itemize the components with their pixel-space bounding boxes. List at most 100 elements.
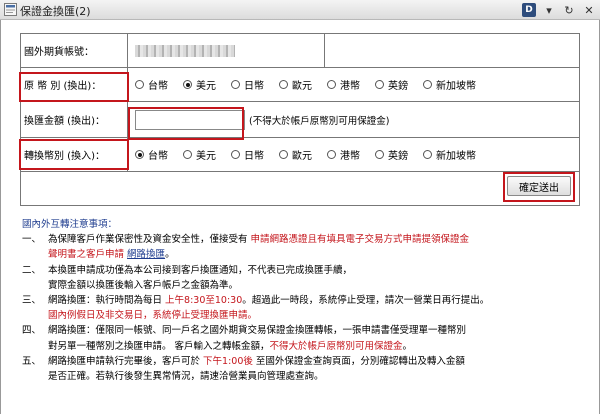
to-currency-option-label: 台幣: [148, 151, 168, 162]
note-text: 至國外保證金查詢頁面，分別確認轉出及轉入金額: [252, 355, 465, 367]
to-currency-radio-group: 台幣 美元 日幣 歐元 港幣 英鎊 新加坡幣: [135, 147, 491, 162]
to-currency-options: 台幣 美元 日幣 歐元 港幣 英鎊 新加坡幣: [129, 138, 579, 171]
from-currency-option-label: 港幣: [340, 81, 360, 92]
note-item: 四、 網路換匯：僅限同一帳號、同一戶名之國外期貨交易保證金換匯轉帳，一張申請書僅受…: [22, 323, 582, 353]
to-currency-radio-button[interactable]: [423, 150, 432, 159]
from-currency-radio-button[interactable]: [423, 80, 432, 89]
amount-value-cell: (不得大於帳戶原幣別可用保證金): [129, 102, 579, 137]
note-text: 網路換匯：僅限同一帳號、同一戶名之國外期貨交易保證金換匯轉帳，一張申請書僅受理單…: [48, 325, 467, 337]
to-currency-radio-button[interactable]: [135, 150, 144, 159]
notes-title: 國內外互轉注意事項：: [22, 219, 118, 230]
to-currency-option-0[interactable]: 台幣: [135, 147, 168, 162]
refresh-icon[interactable]: ↻: [562, 3, 576, 17]
account-row-divider: [324, 34, 325, 67]
to-currency-radio-button[interactable]: [327, 150, 336, 159]
note-line: 對另單一種幣別之換匯申請。 客戶輸入之轉帳金額，不得大於帳戶原幣別可用保證金。: [48, 339, 582, 354]
notes-list: 一、 為保障客戶作業保密性及資金安全性，僅接受有 申請網路憑證且有填具電子交易方式…: [22, 232, 582, 384]
note-text: 。超過此一時段，系統停止受理，請次一營業日再行提出。: [242, 295, 490, 307]
note-text: 上午8:30至10:30: [165, 295, 243, 307]
note-text: 對另單一種幣別之換匯申請。 客戶輸入之轉帳金額，: [48, 340, 270, 352]
note-line: 是否正確。若執行後發生異常情況，請速洽營業員向管理處查詢。: [48, 369, 582, 384]
account-value-cell: [129, 34, 579, 67]
to-currency-radio-button[interactable]: [183, 150, 192, 159]
note-text: 不得大於帳戶原幣別可用保證金: [269, 340, 403, 352]
note-index: 四、: [22, 325, 42, 337]
to-currency-option-label: 新加坡幣: [436, 151, 476, 162]
to-currency-option-2[interactable]: 日幣: [231, 147, 264, 162]
online-exchange-link[interactable]: 網路換匯: [127, 249, 165, 260]
window-title: 保證金換匯(2): [20, 5, 91, 18]
note-item: 三、 網路換匯：執行時間為每日 上午8:30至10:30。超過此一時段，系統停止受…: [22, 293, 582, 323]
note-line: 為保障客戶作業保密性及資金安全性，僅接受有 申請網路憑證且有填具電子交易方式申請…: [48, 232, 582, 247]
from-currency-option-5[interactable]: 英鎊: [375, 77, 408, 92]
note-text: 網路換匯申請執行完畢後，客戶可於: [48, 355, 204, 367]
from-currency-options: 台幣 美元 日幣 歐元 港幣 英鎊 新加坡幣: [129, 68, 579, 101]
from-currency-option-4[interactable]: 港幣: [327, 77, 360, 92]
note-line: 本換匯申請成功僅為本公司接到客戶換匯通知，不代表已完成換匯手續，: [48, 263, 582, 278]
from-currency-radio-button[interactable]: [375, 80, 384, 89]
note-line: 網路換匯：執行時間為每日 上午8:30至10:30。超過此一時段，系統停止受理，…: [48, 293, 582, 308]
from-currency-option-label: 歐元: [292, 81, 312, 92]
close-icon[interactable]: ✕: [582, 3, 596, 17]
note-text: 為保障客戶作業保密性及資金安全性，僅接受有: [48, 234, 251, 246]
from-currency-option-label: 日幣: [244, 81, 264, 92]
dropdown-arrow-icon[interactable]: ▾: [542, 3, 556, 17]
exchange-form: 國外期貨帳號： 原 幣 別 (換出)： 台幣 美元 日幣 歐元 港幣 英鎊 新加坡幣 換匯金…: [20, 33, 580, 206]
to-currency-option-label: 美元: [196, 151, 216, 162]
from-currency-option-3[interactable]: 歐元: [279, 77, 312, 92]
note-index: 一、: [22, 234, 42, 246]
account-label: 國外期貨帳號：: [21, 34, 128, 67]
from-currency-option-label: 新加坡幣: [436, 81, 476, 92]
from-currency-option-1[interactable]: 美元: [183, 77, 216, 92]
amount-input[interactable]: [135, 109, 245, 130]
amount-row: 換匯金額 (換出)： (不得大於帳戶原幣別可用保證金): [21, 102, 579, 138]
note-index: 三、: [22, 295, 42, 307]
note-text: 國內例假日及非交易日，系統停止受理換匯申請。: [48, 310, 258, 322]
from-currency-label: 原 幣 別 (換出)：: [21, 68, 128, 101]
to-currency-radio-button[interactable]: [375, 150, 384, 159]
from-currency-option-2[interactable]: 日幣: [231, 77, 264, 92]
exchange-notes: 國內外互轉注意事項： 一、 為保障客戶作業保密性及資金安全性，僅接受有 申請網路憑…: [22, 217, 582, 384]
from-currency-option-label: 台幣: [148, 81, 168, 92]
from-currency-option-0[interactable]: 台幣: [135, 77, 168, 92]
note-text: 申請網路憑證且有填具電子交易方式申請提領保證金: [250, 234, 470, 246]
to-currency-option-5[interactable]: 英鎊: [375, 147, 408, 162]
note-line: 聲明書之客戶申請 網路換匯。: [48, 247, 582, 262]
from-currency-radio-button[interactable]: [279, 80, 288, 89]
to-currency-radio-button[interactable]: [231, 150, 240, 159]
from-currency-row: 原 幣 別 (換出)： 台幣 美元 日幣 歐元 港幣 英鎊 新加坡幣: [21, 68, 579, 102]
from-currency-radio-button[interactable]: [135, 80, 144, 89]
window-app-icon: [4, 3, 17, 16]
note-item: 五、 網路換匯申請執行完畢後，客戶可於 下午1:00後 至國外保證金查詢頁面，分別…: [22, 354, 582, 384]
from-currency-option-label: 英鎊: [388, 81, 408, 92]
from-currency-radio-button[interactable]: [183, 80, 192, 89]
d-menu-icon[interactable]: D: [522, 3, 536, 17]
note-text: 。: [402, 340, 413, 352]
amount-label: 換匯金額 (換出)：: [21, 102, 128, 137]
note-item: 二、 本換匯申請成功僅為本公司接到客戶換匯通知，不代表已完成換匯手續， 實際金額以換…: [22, 263, 582, 293]
note-text: 本換匯申請成功僅為本公司接到客戶換匯通知，不代表已完成換匯手續，: [48, 264, 353, 276]
note-line: 實際金額以換匯後輸入客戶帳戶之金額為準。: [48, 278, 582, 293]
to-currency-radio-button[interactable]: [279, 150, 288, 159]
note-index: 二、: [22, 264, 42, 276]
from-currency-radio-button[interactable]: [327, 80, 336, 89]
to-currency-option-1[interactable]: 美元: [183, 147, 216, 162]
window-titlebar: 保證金換匯(2) D ▾ ↻ ✕: [0, 0, 600, 20]
submit-button[interactable]: 確定送出: [507, 176, 571, 196]
from-currency-option-label: 美元: [196, 81, 216, 92]
note-text: 是否正確。若執行後發生異常情況，請速洽營業員向管理處查詢。: [48, 371, 324, 383]
to-currency-option-label: 港幣: [340, 151, 360, 162]
to-currency-row: 轉換幣別 (換入)： 台幣 美元 日幣 歐元 港幣 英鎊 新加坡幣: [21, 138, 579, 172]
note-text: 下午1:00後: [203, 355, 253, 367]
to-currency-option-label: 日幣: [244, 151, 264, 162]
masked-account-number: [135, 44, 235, 57]
note-line: 網路換匯申請執行完畢後，客戶可於 下午1:00後 至國外保證金查詢頁面，分別確認…: [48, 354, 582, 369]
amount-hint: (不得大於帳戶原幣別可用保證金): [249, 115, 390, 127]
from-currency-option-6[interactable]: 新加坡幣: [423, 77, 476, 92]
to-currency-label: 轉換幣別 (換入)：: [21, 138, 128, 171]
to-currency-option-6[interactable]: 新加坡幣: [423, 147, 476, 162]
to-currency-option-3[interactable]: 歐元: [279, 147, 312, 162]
from-currency-radio-button[interactable]: [231, 80, 240, 89]
to-currency-option-4[interactable]: 港幣: [327, 147, 360, 162]
note-text: 。: [165, 249, 175, 261]
